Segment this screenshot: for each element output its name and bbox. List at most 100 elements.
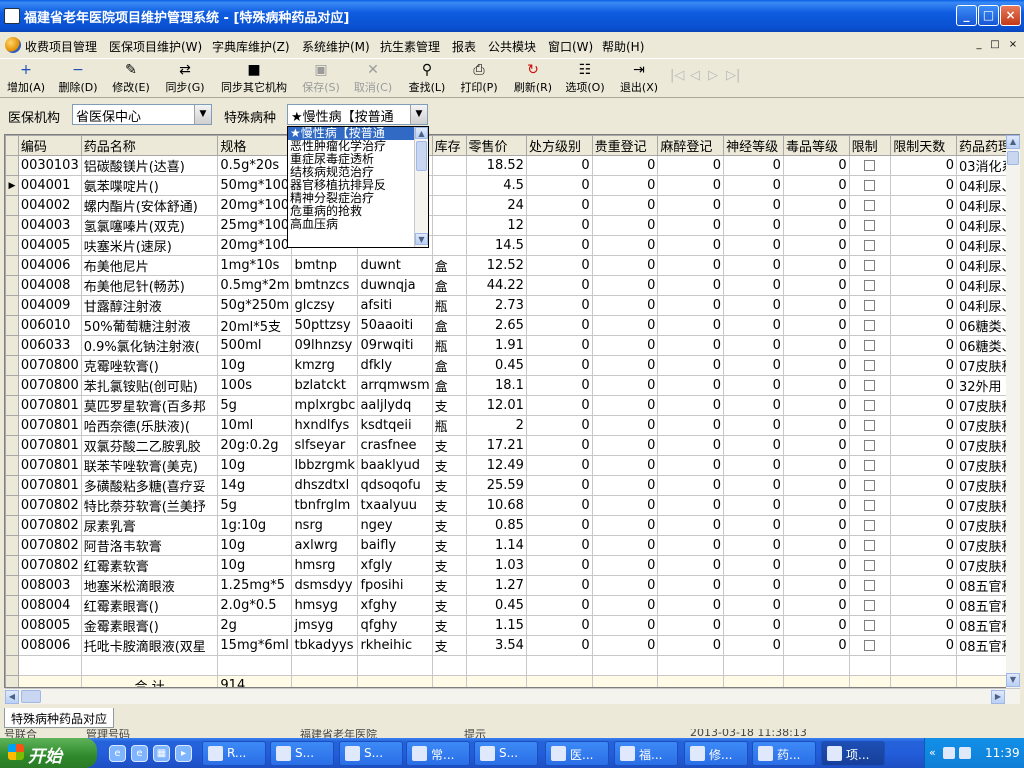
table-cell[interactable]: 10.68 xyxy=(465,495,527,516)
table-cell[interactable]: 0 xyxy=(782,415,850,436)
table-cell[interactable]: 0 xyxy=(890,435,957,456)
table-cell[interactable]: lbbzrgmk xyxy=(291,455,359,476)
table-cell[interactable]: 0 xyxy=(591,195,659,216)
row-indicator[interactable] xyxy=(5,535,19,556)
table-cell[interactable]: 2.0g*0.5 xyxy=(217,595,293,616)
menu-common[interactable]: 公共模块 xyxy=(488,38,536,55)
table-cell[interactable]: 0 xyxy=(782,395,850,416)
table-cell[interactable]: 0 xyxy=(525,255,593,276)
table-cell[interactable]: 0 xyxy=(525,355,593,376)
table-row[interactable]: 008006 托吡卡胺滴眼液(双星 15mg*6ml tbkadyys rkheihic… xyxy=(5,635,1019,656)
taskbar-button[interactable]: 项... xyxy=(821,741,885,766)
mdi-minimize-button[interactable]: _ xyxy=(972,39,986,52)
table-cell[interactable]: 100s xyxy=(217,375,293,396)
table-cell[interactable]: 0 xyxy=(591,395,659,416)
table-cell[interactable]: 0070801 xyxy=(17,415,82,436)
table-cell[interactable] xyxy=(848,395,892,416)
add-button[interactable]: + 增加(A) xyxy=(4,61,48,97)
table-cell[interactable]: 0 xyxy=(723,355,784,376)
restrict-checkbox[interactable] xyxy=(864,300,876,311)
table-cell[interactable]: 0 xyxy=(782,275,850,296)
table-cell[interactable]: aaljlydq xyxy=(357,395,433,416)
table-cell[interactable] xyxy=(848,455,892,476)
table-cell[interactable]: 盒 xyxy=(431,375,467,396)
row-indicator[interactable] xyxy=(5,275,19,296)
table-cell[interactable]: 0 xyxy=(657,315,725,336)
table-cell[interactable]: 0 xyxy=(657,435,725,456)
table-cell[interactable] xyxy=(848,515,892,536)
dropdown-option[interactable]: 高血压病 xyxy=(288,218,428,231)
table-cell[interactable]: 5g xyxy=(217,395,293,416)
table-cell[interactable] xyxy=(431,215,467,236)
table-cell[interactable]: 0.5mg*2m xyxy=(217,275,293,296)
table-cell[interactable]: 0 xyxy=(525,575,593,596)
table-cell[interactable]: 0 xyxy=(782,335,850,356)
taskbar-button[interactable]: 常... xyxy=(406,741,470,766)
table-cell[interactable]: 50%葡萄糖注射液 xyxy=(80,315,219,336)
table-cell[interactable]: 双氯芬酸二乙胺乳胶 xyxy=(80,435,219,456)
menu-insurance-items[interactable]: 医保项目维护(W) xyxy=(109,38,202,55)
table-cell[interactable]: 25mg*100 xyxy=(217,215,293,236)
table-cell[interactable]: 支 xyxy=(431,555,467,576)
restrict-checkbox[interactable] xyxy=(864,360,876,371)
restrict-checkbox[interactable] xyxy=(864,580,876,591)
table-cell[interactable]: 瓶 xyxy=(431,295,467,316)
table-cell[interactable]: hmsrg xyxy=(291,555,359,576)
table-cell[interactable]: 0 xyxy=(591,315,659,336)
table-cell[interactable]: hxndlfys xyxy=(291,415,359,436)
restrict-checkbox[interactable] xyxy=(864,200,876,211)
table-cell[interactable]: 0 xyxy=(525,335,593,356)
table-cell[interactable]: 0070801 xyxy=(17,435,82,456)
table-cell[interactable]: 0 xyxy=(525,535,593,556)
table-cell[interactable]: 0 xyxy=(890,255,957,276)
table-cell[interactable]: 0 xyxy=(525,275,593,296)
table-cell[interactable] xyxy=(848,255,892,276)
taskbar-button[interactable]: S... xyxy=(270,741,334,766)
table-cell[interactable]: 0 xyxy=(525,415,593,436)
table-cell[interactable]: 0 xyxy=(657,215,725,236)
table-cell[interactable]: 0 xyxy=(782,495,850,516)
table-cell[interactable]: 0 xyxy=(890,295,957,316)
table-row[interactable]: ▶ 004001 氨苯喋啶片() 50mg*100 4.5 0 0 0 0 0 0 04利尿、 xyxy=(5,175,1019,196)
table-cell[interactable]: 0 xyxy=(782,155,850,176)
table-cell[interactable]: 09rwqiti xyxy=(357,335,433,356)
table-cell[interactable]: 0 xyxy=(723,235,784,256)
restrict-checkbox[interactable] xyxy=(864,560,876,571)
table-cell[interactable]: 0 xyxy=(657,635,725,656)
scroll-left-icon[interactable]: ◀ xyxy=(5,690,19,704)
table-cell[interactable]: 0 xyxy=(657,255,725,276)
table-cell[interactable]: 0 xyxy=(723,255,784,276)
restrict-checkbox[interactable] xyxy=(864,420,876,431)
table-cell[interactable]: 0 xyxy=(723,415,784,436)
table-cell[interactable]: 0 xyxy=(591,595,659,616)
table-cell[interactable]: 0 xyxy=(525,195,593,216)
table-cell[interactable]: 氨苯喋啶片() xyxy=(80,175,219,196)
table-cell[interactable]: 0 xyxy=(890,415,957,436)
table-cell[interactable]: 0 xyxy=(591,435,659,456)
table-row[interactable]: 004006 布美他尼片 1mg*10s bmtnp duwnt 盒 12.52 0 0 0 0 0 0… xyxy=(5,255,1019,276)
table-cell[interactable]: 1.15 xyxy=(465,615,527,636)
table-cell[interactable] xyxy=(848,335,892,356)
restrict-checkbox[interactable] xyxy=(864,180,876,191)
clock[interactable]: 11:39 xyxy=(985,746,1020,760)
table-cell[interactable]: baifly xyxy=(357,535,433,556)
table-cell[interactable]: 14g xyxy=(217,475,293,496)
table-cell[interactable]: 0 xyxy=(525,475,593,496)
scroll-down-icon[interactable]: ▼ xyxy=(1006,673,1020,687)
search-button[interactable]: ⚲ 查找(L) xyxy=(404,61,450,97)
menu-help[interactable]: 帮助(H) xyxy=(602,38,644,55)
table-cell[interactable]: 0 xyxy=(890,555,957,576)
table-cell[interactable]: 盒 xyxy=(431,255,467,276)
table-cell[interactable]: 12 xyxy=(465,215,527,236)
table-cell[interactable]: 0070800 xyxy=(17,355,82,376)
row-indicator[interactable] xyxy=(5,215,19,236)
org-select[interactable]: 省医保中心 ▼ xyxy=(72,104,212,125)
row-indicator[interactable] xyxy=(5,355,19,376)
restrict-checkbox[interactable] xyxy=(864,340,876,351)
table-cell[interactable]: 006033 xyxy=(17,335,82,356)
table-cell[interactable]: afsiti xyxy=(357,295,433,316)
table-cell[interactable]: 20g:0.2g xyxy=(217,435,293,456)
network-icon-2[interactable] xyxy=(959,747,971,759)
table-cell[interactable]: xfghy xyxy=(357,595,433,616)
table-cell[interactable]: 24 xyxy=(465,195,527,216)
